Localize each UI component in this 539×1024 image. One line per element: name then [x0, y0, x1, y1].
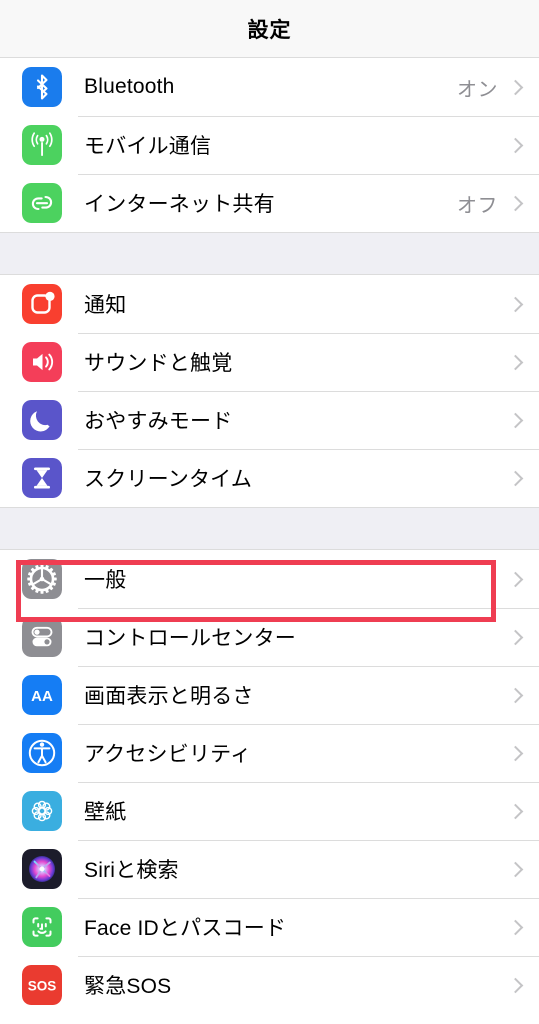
- settings-row-label: Siriと検索: [84, 859, 179, 882]
- settings-row[interactable]: 通知: [0, 275, 539, 333]
- chevron-right-icon: [507, 977, 524, 993]
- settings-row-label: Face IDとパスコード: [84, 917, 287, 940]
- control-center-toggles-icon: [22, 617, 62, 657]
- chevron-right-icon: [507, 687, 524, 703]
- settings-row-accessory: [507, 354, 539, 370]
- settings-section-connectivity: Bluetooth オン モバイル通信 インターネット共有 オフ: [0, 58, 539, 232]
- settings-row[interactable]: Siriと検索: [0, 840, 539, 898]
- settings-row[interactable]: モバイル通信: [0, 116, 539, 174]
- settings-row-accessory: [507, 745, 539, 761]
- settings-row-label: インターネット共有: [84, 193, 275, 216]
- settings-row-accessory: [507, 137, 539, 153]
- settings-row-accessory: [507, 470, 539, 486]
- siri-orb-icon: [22, 849, 62, 889]
- display-brightness-aa-icon: AA: [22, 675, 62, 715]
- section-separator: [0, 232, 539, 275]
- settings-row-label: Bluetooth: [84, 75, 175, 98]
- settings-row-label: 一般: [84, 569, 127, 592]
- chevron-right-icon: [507, 571, 524, 587]
- settings-row[interactable]: サウンドと触覚: [0, 333, 539, 391]
- settings-row[interactable]: アクセシビリティ: [0, 724, 539, 782]
- settings-section-system: 一般 コントロールセンター AA 画面表示と明るさ アクセシビリティ 壁紙 Si…: [0, 550, 539, 1014]
- face-id-icon: [22, 907, 62, 947]
- settings-screen: 設定 Bluetooth オン モバイル通信 インターネット共有 オフ 通知 サウン…: [0, 0, 539, 1024]
- settings-list: Bluetooth オン モバイル通信 インターネット共有 オフ 通知 サウンドと触…: [0, 58, 539, 1014]
- settings-row-label: モバイル通信: [84, 135, 212, 158]
- chevron-right-icon: [507, 470, 524, 486]
- settings-row-accessory: [507, 687, 539, 703]
- chevron-right-icon: [507, 296, 524, 312]
- svg-text:SOS: SOS: [28, 979, 57, 994]
- bluetooth-icon: [22, 67, 62, 107]
- settings-row-value: オフ: [457, 194, 498, 217]
- settings-row-label: おやすみモード: [84, 410, 233, 433]
- settings-row-accessory: オフ: [457, 189, 539, 218]
- emergency-sos-icon: SOS: [22, 965, 62, 1005]
- chevron-right-icon: [507, 629, 524, 645]
- settings-row[interactable]: インターネット共有 オフ: [0, 174, 539, 232]
- settings-row[interactable]: 一般: [0, 550, 539, 608]
- chevron-right-icon: [507, 354, 524, 370]
- settings-row-accessory: [507, 919, 539, 935]
- settings-row-label: コントロールセンター: [84, 627, 296, 650]
- settings-row[interactable]: おやすみモード: [0, 391, 539, 449]
- screen-time-hourglass-icon: [22, 458, 62, 498]
- wallpaper-flower-icon: [22, 791, 62, 831]
- settings-row[interactable]: コントロールセンター: [0, 608, 539, 666]
- navigation-bar: 設定: [0, 0, 539, 58]
- settings-row-accessory: [507, 296, 539, 312]
- cellular-antenna-icon: [22, 125, 62, 165]
- svg-text:AA: AA: [31, 688, 53, 705]
- settings-row-label: アクセシビリティ: [84, 743, 252, 766]
- do-not-disturb-moon-icon: [22, 400, 62, 440]
- chevron-right-icon: [507, 861, 524, 877]
- chevron-right-icon: [507, 137, 524, 153]
- settings-row-label: スクリーンタイム: [84, 468, 253, 491]
- settings-row-accessory: [507, 571, 539, 587]
- page-title: 設定: [247, 18, 292, 42]
- settings-gear-icon: [22, 559, 62, 599]
- settings-row-accessory: オン: [457, 73, 539, 102]
- settings-row-label: サウンドと触覚: [84, 352, 233, 375]
- settings-row-label: 画面表示と明るさ: [84, 685, 254, 708]
- personal-hotspot-icon: [22, 183, 62, 223]
- settings-section-alerts: 通知 サウンドと触覚 おやすみモード スクリーンタイム: [0, 275, 539, 507]
- chevron-right-icon: [507, 803, 524, 819]
- chevron-right-icon: [507, 412, 524, 428]
- settings-row-label: 通知: [84, 294, 127, 317]
- settings-row[interactable]: AA 画面表示と明るさ: [0, 666, 539, 724]
- chevron-right-icon: [507, 79, 524, 95]
- settings-row[interactable]: 壁紙: [0, 782, 539, 840]
- chevron-right-icon: [507, 919, 524, 935]
- settings-row[interactable]: スクリーンタイム: [0, 449, 539, 507]
- chevron-right-icon: [507, 745, 524, 761]
- settings-row-accessory: [507, 861, 539, 877]
- notifications-icon: [22, 284, 62, 324]
- settings-row-accessory: [507, 803, 539, 819]
- section-separator: [0, 507, 539, 550]
- settings-row-accessory: [507, 977, 539, 993]
- settings-row-value: オン: [457, 78, 498, 101]
- settings-row[interactable]: Bluetooth オン: [0, 58, 539, 116]
- settings-row[interactable]: SOS 緊急SOS: [0, 956, 539, 1014]
- settings-row-accessory: [507, 629, 539, 645]
- chevron-right-icon: [507, 195, 524, 211]
- settings-row-accessory: [507, 412, 539, 428]
- settings-row-label: 壁紙: [84, 801, 127, 824]
- sounds-haptics-icon: [22, 342, 62, 382]
- accessibility-icon: [22, 733, 62, 773]
- settings-row-label: 緊急SOS: [84, 975, 172, 998]
- settings-row[interactable]: Face IDとパスコード: [0, 898, 539, 956]
